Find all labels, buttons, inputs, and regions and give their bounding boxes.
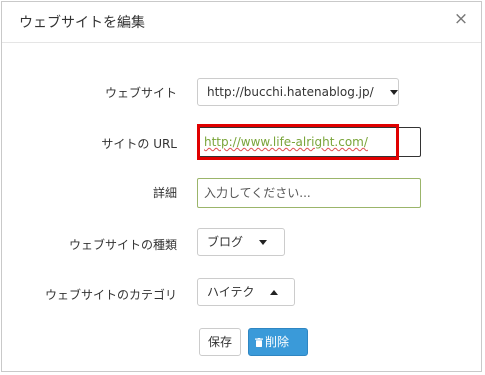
site-url-label: サイトの URL	[101, 137, 177, 151]
website-type-label: ウェブサイトの種類	[68, 238, 177, 252]
delete-button[interactable]: 削除	[248, 328, 308, 356]
dialog-header: ウェブサイトを編集 ×	[2, 2, 481, 43]
edit-website-dialog: ウェブサイトを編集 × ウェブサイト http://bucchi.hatenab…	[1, 1, 482, 372]
website-category-label: ウェブサイトのカテゴリ	[44, 288, 177, 302]
website-label: ウェブサイト	[104, 86, 177, 100]
website-type-select[interactable]: ブログ	[197, 228, 285, 256]
website-type-value: ブログ	[207, 235, 244, 249]
details-label: 詳細	[152, 186, 177, 200]
delete-button-label: 削除	[265, 335, 290, 349]
close-icon[interactable]: ×	[451, 9, 471, 29]
trash-icon	[255, 338, 263, 347]
website-select-value: http://bucchi.hatenablog.jp/	[207, 85, 374, 99]
website-select[interactable]: http://bucchi.hatenablog.jp/	[197, 78, 399, 106]
dialog-title: ウェブサイトを編集	[19, 15, 145, 31]
save-button-label: 保存	[207, 335, 232, 349]
save-button[interactable]: 保存	[199, 328, 241, 356]
website-category-value: ハイテク	[207, 285, 255, 299]
details-input[interactable]: 入力してください...	[197, 178, 421, 208]
website-category-select[interactable]: ハイテク	[197, 278, 295, 306]
caret-down-icon	[258, 240, 267, 245]
caret-up-icon	[270, 290, 279, 295]
highlight-box	[197, 124, 399, 160]
caret-down-icon	[389, 90, 398, 95]
details-placeholder: 入力してください...	[204, 186, 311, 200]
